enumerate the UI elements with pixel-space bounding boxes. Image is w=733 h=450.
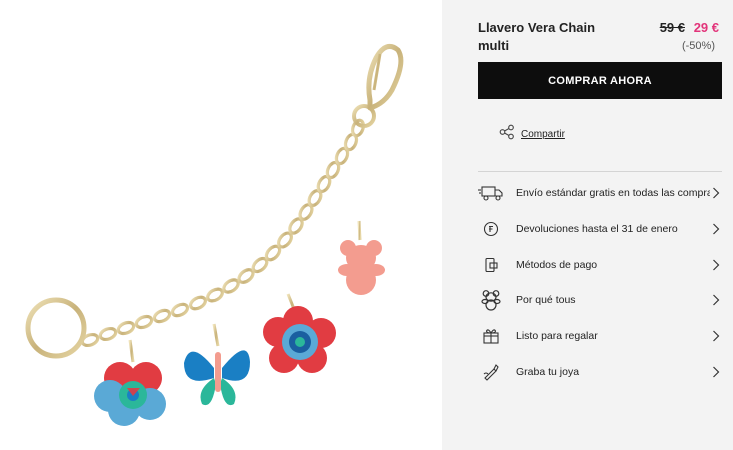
flower-charm-right <box>263 293 336 373</box>
service-label: Envío estándar gratis en todas las compr… <box>516 187 710 199</box>
chevron-right-icon <box>710 222 722 236</box>
service-engrave[interactable]: Graba tu joya <box>478 360 722 384</box>
butterfly-charm <box>184 323 250 406</box>
service-label: Métodos de pago <box>516 259 598 271</box>
truck-icon <box>478 182 504 204</box>
service-label: Graba tu joya <box>516 366 580 378</box>
divider <box>478 171 722 172</box>
engrave-icon <box>478 361 504 383</box>
service-returns[interactable]: Devoluciones hasta el 31 de enero <box>478 217 722 241</box>
service-label: Por qué tous <box>516 294 576 306</box>
buy-now-button[interactable]: COMPRAR AHORA <box>478 62 722 99</box>
keychain-illustration <box>25 43 404 426</box>
service-label: Devoluciones hasta el 31 de enero <box>516 223 678 235</box>
service-shipping[interactable]: Envío estándar gratis en todas las compr… <box>478 181 722 205</box>
chevron-right-icon <box>710 293 722 307</box>
chevron-right-icon <box>710 258 722 272</box>
return-icon <box>478 218 504 240</box>
chevron-right-icon <box>710 329 722 343</box>
product-info-panel: Llavero Vera Chain multi 59 € 29 € (-50%… <box>442 0 733 450</box>
share-icon <box>499 124 515 145</box>
product-title: Llavero Vera Chain multi <box>478 20 596 53</box>
sale-price: 29 € <box>693 20 719 35</box>
original-price: 59 € <box>659 20 685 35</box>
share-label: Compartir <box>521 129 565 140</box>
bear-charm <box>338 220 385 295</box>
gift-icon <box>478 325 504 347</box>
chevron-right-icon <box>710 186 722 200</box>
service-payment[interactable]: Métodos de pago <box>478 253 722 277</box>
payment-icon <box>478 254 504 276</box>
discount-badge: (-50%) <box>681 40 715 52</box>
flower-charm-left <box>94 339 166 426</box>
chevron-right-icon <box>710 365 722 379</box>
bear-icon <box>478 289 504 311</box>
service-why-tous[interactable]: Por qué tous <box>478 288 722 312</box>
product-image[interactable] <box>0 18 442 450</box>
share-link[interactable]: Compartir <box>499 124 565 145</box>
service-gift[interactable]: Listo para regalar <box>478 324 722 348</box>
service-label: Listo para regalar <box>516 330 598 342</box>
